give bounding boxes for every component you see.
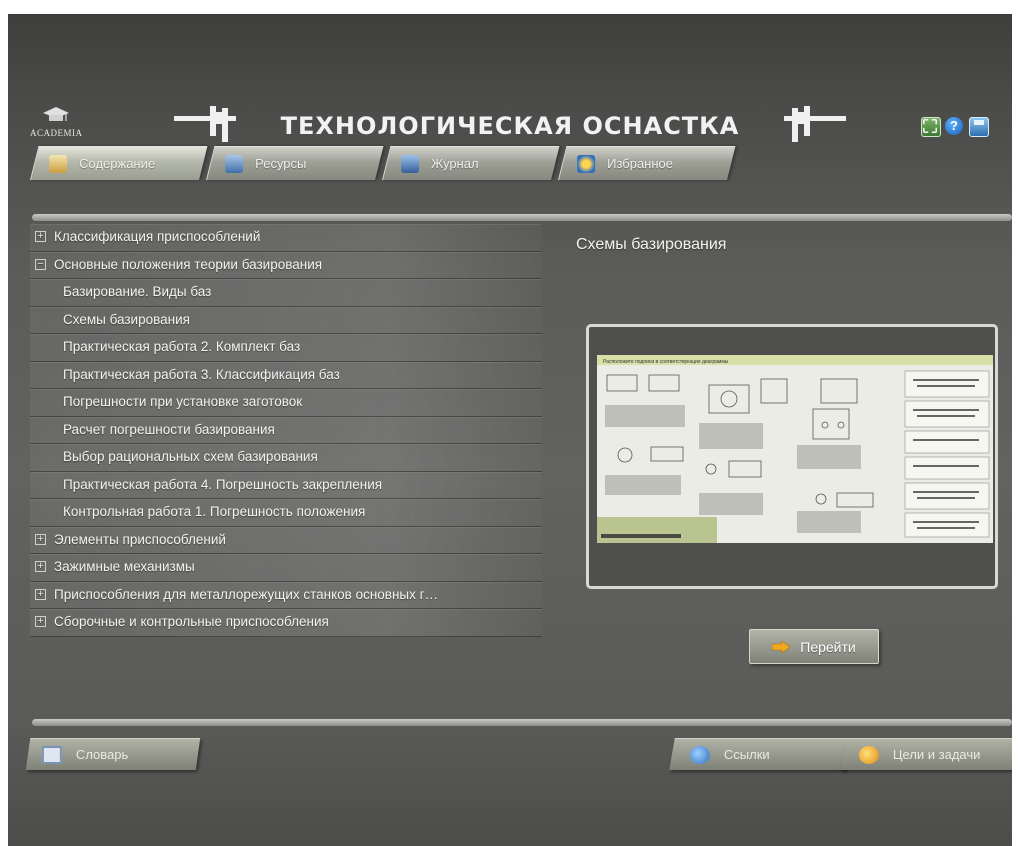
tree-item-label: Основные положения теории базирования <box>54 256 323 272</box>
tree-item-label: Выбор рациональных схем базирования <box>63 449 318 464</box>
journal-icon <box>401 154 420 173</box>
tree-item-label: Контрольная работа 1. Погрешность положе… <box>63 504 366 519</box>
tree-item[interactable]: + Элементы приспособлений <box>30 526 542 554</box>
expand-icon[interactable]: + <box>35 561 46 572</box>
goals-button[interactable]: Цели и задачи <box>840 738 1012 770</box>
favorites-icon <box>577 154 596 173</box>
go-button[interactable]: Перейти <box>749 629 879 664</box>
academia-logo: ACADEMIA <box>30 106 90 146</box>
tree-subitem[interactable]: Погрешности при установке заготовок <box>30 389 542 417</box>
tree-item-label: Сборочные и контрольные приспособления <box>54 614 329 629</box>
tree-item[interactable]: + Сборочные и контрольные приспособления <box>30 609 542 637</box>
app-window: ACADEMIA ТЕХНОЛОГИЧЕСКАЯ ОСНАСТКА ? Соде… <box>8 14 1012 846</box>
tree-item-label: Расчет погрешности базирования <box>63 421 275 437</box>
links-button[interactable]: Ссылки <box>669 738 851 770</box>
tree-item-label: Практическая работа 2. Комплект баз <box>63 339 301 354</box>
tree-subitem[interactable]: Контрольная работа 1. Погрешность положе… <box>30 499 542 527</box>
contents-icon <box>49 154 68 173</box>
tree-item[interactable]: + Приспособления для металлорежущих стан… <box>30 581 542 609</box>
target-icon <box>858 745 879 764</box>
dictionary-label: Словарь <box>75 747 129 762</box>
preview-thumbnail[interactable]: Расположите подписи в соответствующие ди… <box>586 324 998 589</box>
tree-item[interactable]: + Классификация приспособлений <box>30 224 542 252</box>
tree-item[interactable]: − Основные положения теории базирования <box>30 251 542 279</box>
divider <box>32 214 1012 221</box>
globe-link-icon <box>689 745 710 764</box>
tab-contents[interactable]: Содержание <box>30 146 208 180</box>
links-label: Ссылки <box>723 747 770 762</box>
tree-item[interactable]: + Зажимные механизмы <box>30 554 542 582</box>
tree-item-label: Классификация приспособлений <box>54 229 261 244</box>
tree-subitem[interactable]: Выбор рациональных схем базирования <box>30 444 542 472</box>
expand-icon[interactable]: + <box>35 616 46 627</box>
caliper-icon <box>174 106 236 142</box>
content-title: Схемы базирования <box>576 236 727 253</box>
help-icon[interactable]: ? <box>945 117 963 135</box>
tab-resources[interactable]: Ресурсы <box>206 146 384 180</box>
dictionary-button[interactable]: Словарь <box>25 738 201 770</box>
resources-icon <box>225 154 244 173</box>
expand-icon[interactable]: + <box>35 231 46 242</box>
tab-label: Ресурсы <box>255 156 307 171</box>
tab-journal[interactable]: Журнал <box>382 146 560 180</box>
expand-icon[interactable]: + <box>35 533 46 545</box>
tree-item-label: Практическая работа 4. Погрешность закре… <box>63 476 383 492</box>
tab-label: Журнал <box>431 156 479 171</box>
tree-item-label: Практическая работа 3. Классификация баз <box>63 366 340 382</box>
mortarboard-icon <box>43 107 69 121</box>
tree-subitem[interactable]: Практическая работа 4. Погрешность закре… <box>30 471 542 499</box>
logo-text: ACADEMIA <box>30 128 83 138</box>
tree-item-label: Погрешности при установке заготовок <box>63 394 303 409</box>
tree-item-label: Приспособления для металлорежущих станко… <box>54 586 439 602</box>
tree-subitem[interactable]: Расчет погрешности базирования <box>30 416 542 444</box>
tab-favorites[interactable]: Избранное <box>558 146 736 180</box>
save-icon[interactable] <box>969 117 989 137</box>
app-title: ТЕХНОЛОГИЧЕСКАЯ ОСНАСТКА <box>280 112 740 140</box>
tree-item-label: Базирование. Виды баз <box>63 284 212 299</box>
fullscreen-icon[interactable] <box>921 117 941 137</box>
contents-tree: + Классификация приспособлений − Основны… <box>30 224 542 637</box>
arrow-right-icon <box>772 640 791 653</box>
tree-subitem-selected[interactable]: Схемы базирования <box>30 306 542 334</box>
tree-subitem[interactable]: Практическая работа 2. Комплект баз <box>30 334 542 362</box>
tab-label: Избранное <box>607 156 674 171</box>
tab-bar: Содержание Ресурсы Журнал Избранное <box>30 146 750 184</box>
goals-label: Цели и задачи <box>892 747 981 762</box>
tree-item-label: Элементы приспособлений <box>54 531 226 547</box>
book-icon <box>41 745 62 764</box>
preview-heading: Расположите подписи в соответствующие ди… <box>603 359 729 365</box>
caliper-icon <box>784 106 846 142</box>
tree-item-label: Зажимные механизмы <box>54 559 195 574</box>
go-button-label: Перейти <box>800 638 856 655</box>
collapse-icon[interactable]: − <box>35 258 46 270</box>
tree-subitem[interactable]: Базирование. Виды баз <box>30 279 542 307</box>
divider <box>32 719 1012 726</box>
preview-image: Расположите подписи в соответствующие ди… <box>597 355 993 543</box>
tree-subitem[interactable]: Практическая работа 3. Классификация баз <box>30 361 542 389</box>
expand-icon <box>923 119 937 133</box>
tree-item-label: Схемы базирования <box>63 311 190 327</box>
expand-icon[interactable]: + <box>35 588 46 600</box>
tab-label: Содержание <box>79 156 156 171</box>
